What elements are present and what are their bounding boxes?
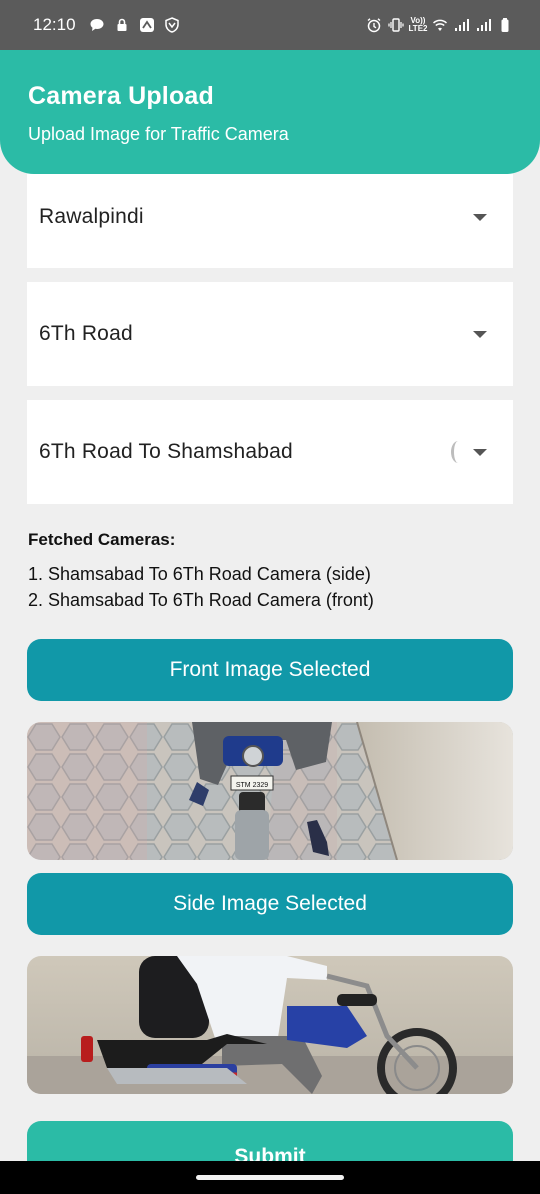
front-image-preview: STM 2329 bbox=[27, 722, 513, 860]
signal-icon bbox=[476, 17, 492, 33]
fetched-cameras-title: Fetched Cameras: bbox=[28, 530, 176, 549]
chevron-down-icon bbox=[473, 330, 487, 338]
camera-list-item: 1. Shamsabad To 6Th Road Camera (side) bbox=[28, 564, 371, 584]
road-dropdown[interactable]: 6Th Road bbox=[27, 282, 513, 386]
city-dropdown[interactable]: Rawalpindi bbox=[27, 165, 513, 268]
chat-bubble-icon bbox=[89, 17, 105, 33]
road-dropdown-value: 6Th Road bbox=[39, 322, 133, 345]
app-icon bbox=[139, 17, 155, 33]
side-image-button[interactable]: Side Image Selected bbox=[27, 873, 513, 935]
lock-icon bbox=[114, 17, 130, 33]
route-dropdown-value: 6Th Road To Shamshabad bbox=[39, 440, 293, 463]
front-photo: STM 2329 bbox=[27, 722, 513, 860]
license-plate: STM 2329 bbox=[236, 782, 268, 789]
status-bar-left: 12:10 bbox=[33, 15, 180, 35]
chevron-down-icon bbox=[473, 214, 487, 221]
route-dropdown[interactable]: 6Th Road To Shamshabad bbox=[27, 400, 513, 504]
app-header: Camera Upload Upload Image for Traffic C… bbox=[0, 50, 540, 174]
page-subtitle: Upload Image for Traffic Camera bbox=[28, 124, 289, 144]
volte-label-bottom: LTE2 bbox=[408, 24, 428, 33]
clock: 12:10 bbox=[33, 15, 76, 34]
signal-icon bbox=[454, 17, 470, 33]
navigation-bar bbox=[0, 1161, 540, 1194]
home-gesture-handle[interactable] bbox=[196, 1175, 344, 1180]
battery-icon bbox=[498, 17, 514, 33]
front-image-button[interactable]: Front Image Selected bbox=[27, 639, 513, 701]
fetched-cameras: Fetched Cameras: 1. Shamsabad To 6Th Roa… bbox=[28, 530, 514, 613]
alarm-icon bbox=[366, 17, 382, 33]
loading-spinner-icon bbox=[451, 441, 465, 463]
chevron-down-icon bbox=[473, 448, 487, 456]
side-photo bbox=[27, 956, 513, 1094]
status-bar: 12:10 Vo)) LTE2 bbox=[0, 0, 540, 50]
status-bar-right: Vo)) LTE2 bbox=[366, 17, 514, 33]
wifi-icon bbox=[432, 17, 448, 33]
shield-icon bbox=[164, 17, 180, 33]
city-dropdown-value: Rawalpindi bbox=[39, 204, 144, 228]
page-title: Camera Upload bbox=[28, 82, 214, 110]
volte-icon: Vo)) LTE2 bbox=[408, 17, 428, 33]
vibrate-icon bbox=[388, 17, 404, 33]
side-image-preview bbox=[27, 956, 513, 1094]
camera-list-item: 2. Shamsabad To 6Th Road Camera (front) bbox=[28, 590, 374, 610]
